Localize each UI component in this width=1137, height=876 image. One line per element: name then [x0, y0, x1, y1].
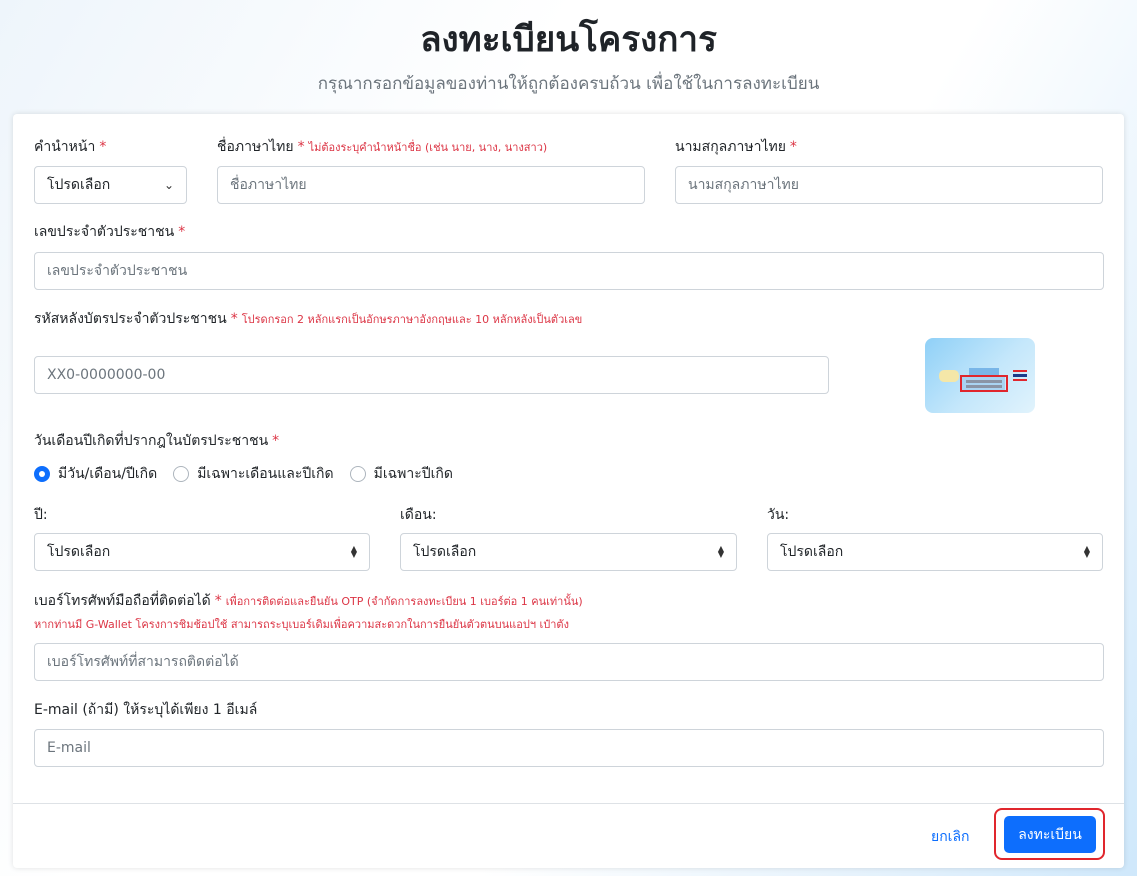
cancel-link[interactable]: ยกเลิก	[931, 826, 970, 848]
first-name-label: ชื่อภาษาไทย * ไม่ต้องระบุคำนำหน้าชื่อ (เช่…	[217, 136, 547, 158]
sort-arrows-icon: ▲ ▼	[1083, 544, 1090, 559]
laser-code-input[interactable]	[34, 356, 829, 394]
phone-input[interactable]	[34, 643, 1104, 681]
required-mark: *	[178, 224, 186, 240]
register-submit-button[interactable]: ลงทะเบียน	[1004, 816, 1096, 853]
phone-label: เบอร์โทรศัพท์มือถือที่ติดต่อได้ * เพื่อการ…	[34, 590, 583, 612]
citizen-id-label-text: เลขประจำตัวประชาชน	[34, 224, 175, 240]
first-name-input[interactable]	[217, 166, 645, 204]
required-mark: *	[272, 433, 280, 449]
day-select[interactable]: โปรดเลือก ▲ ▼	[767, 533, 1103, 571]
dob-label-text: วันเดือนปีเกิดที่ปรากฎในบัตรประชาชน	[34, 433, 269, 449]
email-input[interactable]	[34, 729, 1104, 767]
required-mark: *	[297, 139, 305, 155]
laser-code-label: รหัสหลังบัตรประจำตัวประชาชน * โปรดกรอก 2 ห…	[34, 308, 582, 330]
prefix-select[interactable]: โปรดเลือก ⌄	[34, 166, 187, 204]
phone-note-g-wallet: หากท่านมี G-Wallet โครงการชิมช้อปใช้ สาม…	[34, 618, 569, 631]
year-label: ปี:	[34, 507, 48, 523]
year-select[interactable]: โปรดเลือก ▲ ▼	[34, 533, 370, 571]
laser-code-label-text: รหัสหลังบัตรประจำตัวประชาชน	[34, 311, 227, 327]
id-card-back-illustration	[939, 368, 1027, 392]
page-header: ลงทะเบียนโครงการ กรุณากรอกข้อมูลของท่านใ…	[0, 0, 1137, 114]
dob-type-label-full[interactable]: มีวัน/เดือน/ปีเกิด	[58, 463, 157, 485]
month-label: เดือน:	[400, 507, 437, 523]
laser-code-note: โปรดกรอก 2 หลักแรกเป็นอักษรภาษาอังกฤษและ…	[241, 313, 583, 326]
page-subtitle: กรุณากรอกข้อมูลของท่านให้ถูกต้องครบถ้วน …	[317, 74, 820, 94]
citizen-id-input[interactable]	[34, 252, 1104, 290]
required-mark: *	[230, 311, 238, 327]
email-label: E-mail (ถ้ามี) ให้ระบุได้เพียง 1 อีเมล์	[34, 702, 258, 718]
page-title: ลงทะเบียนโครงการ	[420, 20, 717, 60]
required-mark: *	[789, 139, 797, 155]
sort-arrows-icon: ▲ ▼	[350, 544, 357, 559]
first-name-note: ไม่ต้องระบุคำนำหน้าชื่อ (เช่น นาย, นาง, …	[308, 141, 548, 154]
last-name-input[interactable]	[675, 166, 1103, 204]
prefix-label-text: คำนำหน้า	[34, 139, 96, 155]
year-select-value: โปรดเลือก	[47, 544, 111, 560]
required-mark: *	[99, 139, 107, 155]
first-name-label-text: ชื่อภาษาไทย	[217, 139, 294, 155]
phone-label-text: เบอร์โทรศัพท์มือถือที่ติดต่อได้	[34, 593, 211, 609]
phone-note: เพื่อการติดต่อและยืนยัน OTP (จำกัดการลงท…	[225, 595, 583, 608]
registration-form-card: คำนำหน้า * ชื่อภาษาไทย * ไม่ต้องระบุคำนำหน้…	[13, 114, 1124, 868]
dob-type-radio-full[interactable]	[34, 466, 50, 482]
dob-type-label-year[interactable]: มีเฉพาะปีเกิด	[374, 463, 453, 485]
last-name-label: นามสกุลภาษาไทย *	[675, 136, 797, 158]
chevron-down-icon: ⌄	[163, 178, 174, 192]
dob-type-radio-year[interactable]	[349, 466, 366, 482]
prefix-label: คำนำหน้า *	[34, 136, 106, 158]
citizen-id-label: เลขประจำตัวประชาชน *	[34, 221, 185, 243]
dob-label: วันเดือนปีเกิดที่ปรากฎในบัตรประชาชน *	[34, 430, 279, 452]
id-card-back-icon	[925, 338, 1035, 413]
day-select-value: โปรดเลือก	[780, 544, 844, 560]
day-label: วัน:	[767, 507, 790, 523]
dob-type-radio-group: มีวัน/เดือน/ปีเกิด มีเฉพาะเดือนและปีเกิด…	[34, 463, 469, 485]
sort-arrows-icon: ▲ ▼	[717, 544, 724, 559]
month-select[interactable]: โปรดเลือก ▲ ▼	[400, 533, 737, 571]
required-mark: *	[214, 593, 222, 609]
month-select-value: โปรดเลือก	[413, 544, 477, 560]
last-name-label-text: นามสกุลภาษาไทย	[675, 139, 786, 155]
prefix-select-value: โปรดเลือก	[47, 177, 111, 193]
dob-type-radio-month-year[interactable]	[173, 466, 190, 482]
dob-type-label-month-year[interactable]: มีเฉพาะเดือนและปีเกิด	[197, 463, 333, 485]
